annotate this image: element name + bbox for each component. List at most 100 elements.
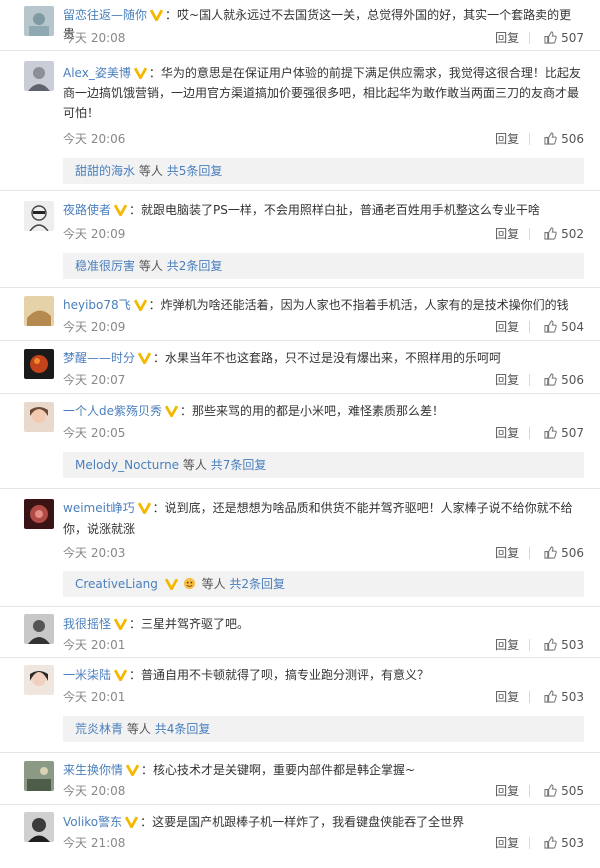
username-link[interactable]: Alex_姿美博: [63, 66, 131, 80]
sub-replies-bar[interactable]: 稳准很厉害 等人 共2条回复: [63, 253, 584, 279]
username-link[interactable]: 一米柒陆: [63, 668, 111, 682]
username-link[interactable]: 一个人de紫殇贝秀: [63, 404, 162, 418]
reply-button[interactable]: 回复: [495, 318, 519, 335]
like-count: 503: [561, 836, 584, 850]
like-button[interactable]: 506: [544, 132, 584, 146]
sub-reply-user[interactable]: 甜甜的海水: [75, 164, 135, 178]
sub-reply-user[interactable]: 稳准很厉害: [75, 259, 135, 273]
comment-text-line: Alex_姿美博 ：华为的意思是在保证用户体验的前提下满足供应需求，我觉得这很合理…: [63, 64, 582, 83]
username-link[interactable]: weimeit峥巧: [63, 501, 135, 515]
thumbs-up-icon: [544, 836, 557, 849]
like-count: 506: [561, 546, 584, 560]
comment-time: 今天 20:08: [63, 31, 126, 45]
sub-replies-bar[interactable]: Melody_Nocturne 等人 共7条回复: [63, 452, 584, 478]
comment-text-line: 梦醒——时分 ：水果当年不也这套路，只不过是没有爆出来，不照样用的乐呵呵: [63, 349, 582, 368]
comment-text-line: 你，说涨就涨: [63, 522, 136, 536]
sub-replies-bar[interactable]: 荒炎林青 等人 共4条回复: [63, 716, 584, 742]
avatar[interactable]: [24, 296, 54, 326]
comment-text-line: 来生换你情 ：核心技术才是关键啊，重要内部件都是韩企掌握~: [63, 761, 582, 780]
comment-text: ：华为的意思是在保证用户体验的前提下满足供应需求，我觉得这很合理！比起友: [148, 66, 581, 80]
reply-button[interactable]: 回复: [495, 688, 519, 705]
username-link[interactable]: Voliko警东: [63, 815, 122, 829]
username-link[interactable]: 我很摇怪: [63, 617, 111, 631]
reply-button[interactable]: 回复: [495, 29, 519, 46]
sub-reply-text: 等人: [126, 722, 151, 736]
reply-button[interactable]: 回复: [495, 225, 519, 242]
sub-reply-user[interactable]: Melody_Nocturne: [75, 458, 179, 472]
reply-button[interactable]: 回复: [495, 371, 519, 388]
reply-button[interactable]: 回复: [495, 636, 519, 653]
like-button[interactable]: 507: [544, 31, 584, 45]
reply-button[interactable]: 回复: [495, 130, 519, 147]
avatar[interactable]: [24, 761, 54, 791]
divider: [529, 547, 531, 559]
divider: [529, 427, 531, 439]
thumbs-up-icon: [544, 31, 557, 44]
comment-time: 今天 20:05: [63, 426, 126, 440]
avatar[interactable]: [24, 812, 54, 842]
sub-reply-count-link[interactable]: 共7条回复: [211, 458, 267, 472]
divider: [529, 837, 531, 849]
thumbs-up-icon: [544, 690, 557, 703]
divider: [529, 228, 531, 240]
like-button[interactable]: 506: [544, 546, 584, 560]
like-button[interactable]: 503: [544, 690, 584, 704]
sub-replies-bar[interactable]: CreativeLiang 等人 共2条回复: [63, 571, 584, 597]
comment-text-line: 我很摇怪 ：三星并驾齐驱了吧。: [63, 615, 582, 634]
avatar[interactable]: [24, 402, 54, 432]
comment-actions: 回复 506: [495, 130, 584, 147]
like-button[interactable]: 507: [544, 426, 584, 440]
avatar[interactable]: [24, 665, 54, 695]
sub-reply-text: 等人: [201, 577, 226, 591]
username-link[interactable]: 留恋往返—随你: [63, 8, 147, 22]
username-link[interactable]: 来生换你情: [63, 763, 123, 777]
comment-text: ：这要是国产机跟棒子机一样炸了，我看键盘侠能吞了全世界: [140, 815, 465, 829]
sub-replies-bar[interactable]: 甜甜的海水 等人 共5条回复: [63, 158, 584, 184]
sub-reply-count-link[interactable]: 共5条回复: [167, 164, 223, 178]
like-count: 507: [561, 31, 584, 45]
like-count: 503: [561, 690, 584, 704]
sub-reply-text: 等人: [182, 458, 207, 472]
verified-badge-icon: [126, 764, 140, 776]
like-button[interactable]: 504: [544, 320, 584, 334]
like-count: 507: [561, 426, 584, 440]
sub-reply-count-link[interactable]: 共4条回复: [155, 722, 211, 736]
verified-badge-icon: [133, 67, 147, 79]
sub-reply-user[interactable]: 荒炎林青: [75, 722, 123, 736]
comment-time: 今天 21:08: [63, 836, 126, 850]
divider: [529, 785, 531, 797]
comment-time: 今天 20:01: [63, 690, 126, 704]
like-count: 502: [561, 227, 584, 241]
verified-badge-icon: [125, 816, 139, 828]
comment-time: 今天 20:07: [63, 373, 126, 387]
reply-button[interactable]: 回复: [495, 782, 519, 799]
like-button[interactable]: 505: [544, 784, 584, 798]
like-button[interactable]: 506: [544, 373, 584, 387]
sub-reply-count-link[interactable]: 共2条回复: [167, 259, 223, 273]
avatar[interactable]: [24, 6, 54, 36]
avatar[interactable]: [24, 349, 54, 379]
comment-actions: 回复 505: [495, 782, 584, 799]
reply-button[interactable]: 回复: [495, 424, 519, 441]
verified-badge-icon: [150, 9, 164, 21]
like-button[interactable]: 503: [544, 836, 584, 850]
reply-button[interactable]: 回复: [495, 544, 519, 561]
like-count: 503: [561, 638, 584, 652]
comment-actions: 回复 507: [495, 424, 584, 441]
avatar[interactable]: [24, 614, 54, 644]
username-link[interactable]: heyibo78飞: [63, 298, 131, 312]
like-count: 505: [561, 784, 584, 798]
comment-text-line: 一个人de紫殇贝秀 ：那些来骂的用的都是小米吧，难怪素质那么差！: [63, 402, 582, 421]
avatar[interactable]: [24, 61, 54, 91]
like-button[interactable]: 503: [544, 638, 584, 652]
username-link[interactable]: 梦醒——时分: [63, 351, 135, 365]
username-link[interactable]: 夜路使者: [63, 203, 111, 217]
avatar[interactable]: [24, 201, 54, 231]
comment-text: ：就跟电脑装了PS一样，不会用照样白扯，普通老百姓用手机整这么专业干啥: [129, 203, 540, 217]
sub-reply-count-link[interactable]: 共2条回复: [229, 577, 285, 591]
like-button[interactable]: 502: [544, 227, 584, 241]
verified-badge-icon: [133, 299, 147, 311]
reply-button[interactable]: 回复: [495, 834, 519, 851]
sub-reply-user[interactable]: CreativeLiang: [75, 577, 158, 591]
avatar[interactable]: [24, 499, 54, 529]
